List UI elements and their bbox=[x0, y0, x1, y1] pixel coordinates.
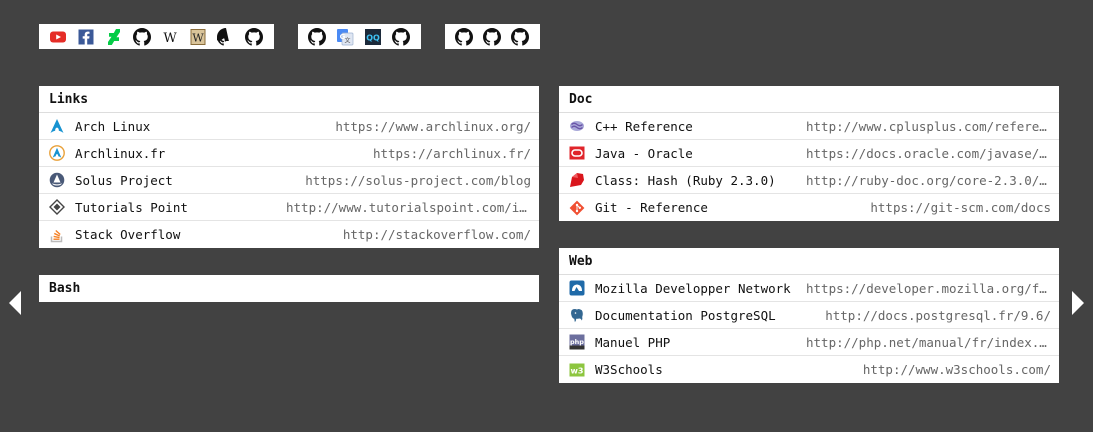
bookmark-url: https://solus-project.com/blog bbox=[305, 172, 531, 188]
ruby-icon bbox=[569, 172, 585, 188]
bookmark-row[interactable]: Archlinux.fr https://archlinux.fr/ bbox=[39, 140, 539, 167]
bookmark-row[interactable]: Stack Overflow http://stackoverflow.com/ bbox=[39, 221, 539, 248]
panel-title: Web bbox=[559, 248, 1059, 275]
qq-icon[interactable]: QQ bbox=[364, 28, 382, 46]
bookmark-name: Java - Oracle bbox=[595, 145, 693, 161]
bookmark-url: http://www.w3schools.com/ bbox=[862, 362, 1051, 377]
bookmark-row[interactable]: Solus Project https://solus-project.com/… bbox=[39, 167, 539, 194]
bookmark-row[interactable]: w3 W3Schools http://www.w3schools.com/ bbox=[559, 356, 1059, 383]
icon-bar-2: G文 QQ bbox=[298, 24, 421, 49]
mdn-icon bbox=[569, 280, 585, 296]
github-icon[interactable] bbox=[217, 27, 235, 46]
github-icon[interactable] bbox=[308, 27, 326, 46]
github-icon[interactable] bbox=[511, 27, 529, 46]
cplusplus-icon bbox=[569, 118, 585, 134]
bookmark-url: http://ruby-doc.org/core-2.3.0/Ha… bbox=[806, 172, 1051, 188]
bookmark-row[interactable]: Mozilla Developper Network https://devel… bbox=[559, 275, 1059, 302]
previous-page-arrow-icon[interactable] bbox=[9, 291, 21, 315]
bookmark-url: https://archlinux.fr/ bbox=[372, 145, 531, 161]
bookmark-name: Arch Linux bbox=[75, 118, 151, 134]
svg-text:W: W bbox=[163, 31, 177, 46]
links-panel: Links Arch Linux https://www.archlinux.o… bbox=[39, 86, 539, 248]
bookmark-row[interactable]: php Manuel PHP http://php.net/manual/fr/… bbox=[559, 329, 1059, 356]
icon-bar-3 bbox=[445, 24, 540, 49]
bookmark-url: https://www.archlinux.org/ bbox=[335, 118, 531, 134]
wiktionary-icon[interactable]: W bbox=[189, 28, 207, 46]
bookmark-url: http://docs.postgresql.fr/9.6/ bbox=[825, 307, 1051, 323]
bookmark-row[interactable]: Git - Reference https://git-scm.com/docs bbox=[559, 194, 1059, 221]
bookmark-url: http://www.cplusplus.com/referenc… bbox=[806, 118, 1051, 134]
panel-title: Links bbox=[39, 86, 539, 113]
bookmark-name: W3Schools bbox=[595, 362, 663, 377]
bookmark-row[interactable]: C++ Reference http://www.cplusplus.com/r… bbox=[559, 113, 1059, 140]
bookmark-name: Git - Reference bbox=[595, 200, 708, 215]
bookmark-url: http://stackoverflow.com/ bbox=[342, 227, 531, 242]
bookmark-row[interactable]: Documentation PostgreSQL http://docs.pos… bbox=[559, 302, 1059, 329]
youtube-icon[interactable] bbox=[49, 28, 67, 46]
bookmark-name: Archlinux.fr bbox=[75, 145, 166, 161]
svg-text:文: 文 bbox=[344, 36, 350, 44]
svg-text:w3: w3 bbox=[571, 366, 584, 375]
github-icon[interactable] bbox=[392, 27, 410, 46]
bookmark-name: Stack Overflow bbox=[75, 227, 181, 242]
bookmark-url: https://docs.oracle.com/javase/8/… bbox=[806, 145, 1051, 161]
bookmark-url: https://git-scm.com/docs bbox=[870, 200, 1051, 215]
solus-icon bbox=[49, 172, 65, 188]
bookmark-name: Manuel PHP bbox=[595, 334, 671, 350]
bookmark-name: Solus Project bbox=[75, 172, 173, 188]
tutorialspoint-icon bbox=[49, 199, 65, 215]
bookmark-url: http://php.net/manual/fr/index.php bbox=[806, 334, 1051, 350]
arch-linux-icon bbox=[49, 118, 65, 134]
bookmark-url: https://developer.mozilla.org/fr/ bbox=[806, 280, 1051, 296]
facebook-icon[interactable] bbox=[77, 28, 95, 46]
github-icon[interactable] bbox=[245, 27, 263, 46]
github-icon[interactable] bbox=[483, 27, 501, 46]
svg-text:php: php bbox=[570, 338, 584, 346]
php-icon: php bbox=[569, 334, 585, 350]
bookmark-row[interactable]: Tutorials Point http://www.tutorialspoin… bbox=[39, 194, 539, 221]
bash-panel: Bash bbox=[39, 275, 539, 302]
next-page-arrow-icon[interactable] bbox=[1072, 291, 1084, 315]
github-icon[interactable] bbox=[455, 27, 473, 46]
deviantart-icon[interactable] bbox=[105, 28, 123, 46]
bookmark-name: Class: Hash (Ruby 2.3.0) bbox=[595, 172, 776, 188]
archlinux-fr-icon bbox=[49, 145, 65, 161]
stackoverflow-icon bbox=[49, 227, 65, 243]
bookmark-name: Documentation PostgreSQL bbox=[595, 307, 776, 323]
bookmark-row[interactable]: Java - Oracle https://docs.oracle.com/ja… bbox=[559, 140, 1059, 167]
panel-title: Doc bbox=[559, 86, 1059, 113]
svg-text:W: W bbox=[192, 31, 204, 44]
git-icon bbox=[569, 200, 585, 216]
svg-text:QQ: QQ bbox=[366, 33, 380, 42]
google-translate-icon[interactable]: G文 bbox=[336, 28, 354, 46]
bookmark-row[interactable]: Class: Hash (Ruby 2.3.0) http://ruby-doc… bbox=[559, 167, 1059, 194]
oracle-icon bbox=[569, 145, 585, 161]
bookmark-name: C++ Reference bbox=[595, 118, 693, 134]
postgresql-icon bbox=[569, 307, 585, 323]
panel-title: Bash bbox=[49, 281, 81, 296]
doc-panel: Doc C++ Reference http://www.cplusplus.c… bbox=[559, 86, 1059, 221]
w3schools-icon: w3 bbox=[569, 362, 585, 378]
bookmark-name: Mozilla Developper Network bbox=[595, 280, 791, 296]
github-icon[interactable] bbox=[133, 27, 151, 46]
icon-bar-1: W W bbox=[39, 24, 274, 49]
web-panel: Web Mozilla Developper Network https://d… bbox=[559, 248, 1059, 383]
bookmark-url: http://www.tutorialspoint.com/ind… bbox=[286, 199, 531, 215]
bookmark-name: Tutorials Point bbox=[75, 199, 188, 215]
bookmark-row[interactable]: Arch Linux https://www.archlinux.org/ bbox=[39, 113, 539, 140]
wikipedia-icon[interactable]: W bbox=[161, 28, 179, 46]
